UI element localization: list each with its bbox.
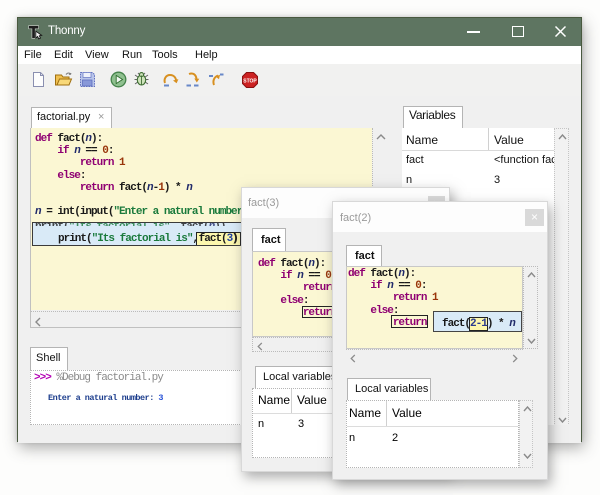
svg-text:STOP: STOP bbox=[243, 79, 257, 85]
